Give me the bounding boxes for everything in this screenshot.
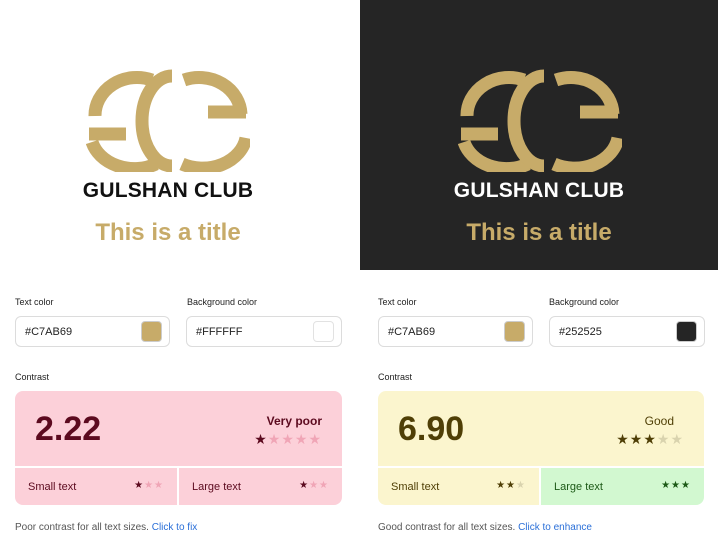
footer-text: Good contrast for all text sizes. (378, 522, 516, 533)
panel-light: GULSHAN CLUB This is a title Text color … (0, 0, 360, 548)
text-color-swatch[interactable] (141, 321, 162, 342)
star-icon: ★ (516, 480, 526, 491)
star-icon: ★★ (309, 480, 329, 491)
small-text-stars: ★★★ (134, 480, 164, 491)
click-to-enhance-link[interactable]: Click to enhance (518, 522, 592, 533)
small-text-row: Small text ★★★ (378, 468, 539, 505)
contrast-label: Contrast (378, 372, 413, 382)
gulshan-club-logo (86, 69, 250, 172)
star-icon: ★★★ (616, 431, 657, 447)
contrast-footer: Good contrast for all text sizes. Click … (378, 522, 592, 533)
preview-dark: GULSHAN CLUB This is a title (360, 0, 718, 270)
text-color-value: #C7AB69 (25, 326, 73, 338)
large-text-label: Large text (192, 481, 241, 493)
contrast-rating: Very poor (266, 414, 322, 428)
contrast-ratio: 2.22 (35, 410, 102, 448)
contrast-checker-comparison: GULSHAN CLUB This is a title Text color … (0, 0, 720, 548)
contrast-rating: Good (644, 414, 674, 428)
rating-stars: ★★★★★ (254, 431, 322, 448)
large-text-label: Large text (554, 481, 603, 493)
contrast-label: Contrast (15, 372, 50, 382)
star-icon: ★★ (144, 480, 164, 491)
panel-dark: GULSHAN CLUB This is a title Text color … (360, 0, 720, 548)
rating-stars: ★★★★★ (616, 431, 684, 448)
contrast-summary: 6.90 Good ★★★★★ (378, 391, 704, 466)
star-icon: ★ (134, 480, 145, 491)
text-color-label: Text color (378, 297, 417, 307)
background-color-value: #252525 (559, 326, 602, 338)
text-color-value: #C7AB69 (388, 326, 436, 338)
star-icon: ★★★★ (267, 431, 322, 447)
large-text-stars: ★★★ (299, 480, 329, 491)
small-text-stars: ★★★ (496, 480, 526, 491)
small-text-row: Small text ★★★ (15, 468, 177, 505)
brand-name: GULSHAN CLUB (453, 179, 625, 202)
background-color-label: Background color (549, 297, 620, 307)
star-icon: ★ (299, 480, 310, 491)
star-icon: ★★★ (661, 480, 691, 491)
click-to-fix-link[interactable]: Click to fix (152, 522, 198, 533)
contrast-footer: Poor contrast for all text sizes. Click … (15, 522, 197, 533)
background-color-field[interactable]: #FFFFFF (186, 316, 342, 347)
background-color-value: #FFFFFF (196, 326, 243, 338)
text-color-swatch[interactable] (504, 321, 525, 342)
footer-text: Poor contrast for all text sizes. (15, 522, 149, 533)
background-color-swatch[interactable] (676, 321, 697, 342)
large-text-row: Large text ★★★ (179, 468, 342, 505)
large-text-stars: ★★★ (661, 480, 691, 491)
contrast-card: 6.90 Good ★★★★★ Small text ★★★ Large tex… (378, 391, 704, 505)
contrast-summary: 2.22 Very poor ★★★★★ (15, 391, 342, 466)
preview-title: This is a title (95, 219, 241, 246)
small-text-label: Small text (391, 481, 440, 493)
text-color-field[interactable]: #C7AB69 (15, 316, 170, 347)
gulshan-club-logo (458, 69, 622, 172)
brand-name: GULSHAN CLUB (82, 179, 254, 202)
star-icon: ★ (254, 431, 268, 447)
contrast-ratio: 6.90 (398, 410, 465, 448)
background-color-label: Background color (187, 297, 258, 307)
preview-light: GULSHAN CLUB This is a title (0, 0, 360, 270)
text-color-field[interactable]: #C7AB69 (378, 316, 533, 347)
small-text-label: Small text (28, 481, 77, 493)
preview-title: This is a title (466, 219, 612, 246)
background-color-field[interactable]: #252525 (549, 316, 705, 347)
contrast-card: 2.22 Very poor ★★★★★ Small text ★★★ Larg… (15, 391, 342, 505)
star-icon: ★★ (656, 431, 684, 447)
large-text-row: Large text ★★★ (541, 468, 704, 505)
text-color-label: Text color (15, 297, 54, 307)
background-color-swatch[interactable] (313, 321, 334, 342)
star-icon: ★★ (496, 480, 517, 491)
